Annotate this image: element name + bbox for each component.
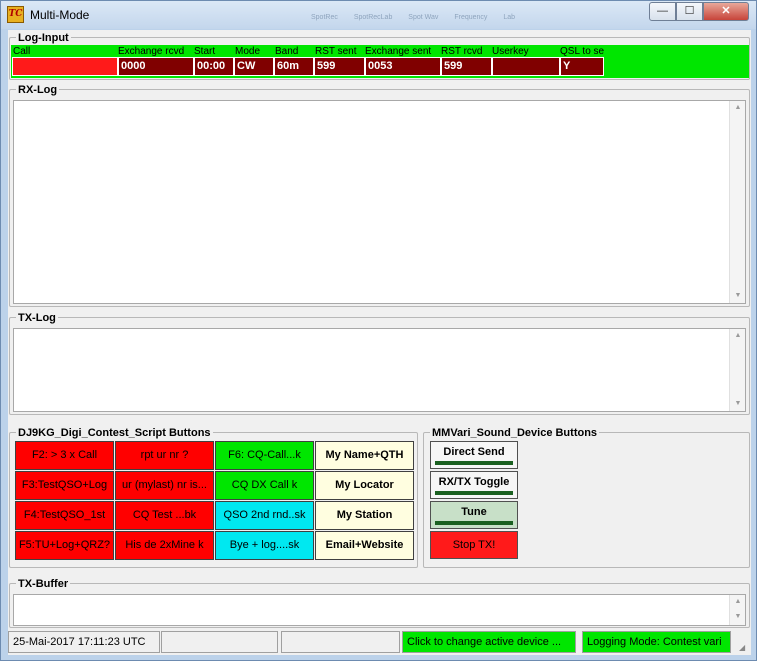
script-button-my-name-qth[interactable]: My Name+QTH <box>315 441 414 470</box>
exchange-sent-input[interactable]: 0053 <box>365 57 441 76</box>
script-buttons-group: DJ9KG_Digi_Contest_Script Buttons F2: > … <box>9 427 418 568</box>
script-button-email-website[interactable]: Email+Website <box>315 531 414 560</box>
userkey-input[interactable] <box>492 57 560 76</box>
script-button-my-station[interactable]: My Station <box>315 501 414 530</box>
script-button-qso-2nd-rnd[interactable]: QSO 2nd rnd..sk <box>215 501 314 530</box>
log-input-title: Log-Input <box>16 32 71 44</box>
tx-buffer-scrollbar[interactable]: ▲ ▼ <box>729 595 745 625</box>
minimize-icon: — <box>657 5 668 17</box>
status-bar: 25-Mai-2017 17:11:23 UTC Click to change… <box>8 630 751 654</box>
status-panel-3 <box>281 631 400 653</box>
qsl-label: QSL to se <box>560 46 605 57</box>
band-label: Band <box>275 46 299 57</box>
rst-rcvd-input[interactable]: 599 <box>441 57 492 76</box>
rx-log-textarea[interactable]: ▲ ▼ <box>13 100 746 304</box>
tune-label: Tune <box>461 506 487 518</box>
script-button-f4[interactable]: F4:TestQSO_1st <box>15 501 114 530</box>
close-button[interactable]: ✕ <box>703 2 749 21</box>
mmvari-buttons-title: MMVari_Sound_Device Buttons <box>430 427 600 439</box>
window-title: Multi-Mode <box>30 8 90 22</box>
script-button-f3[interactable]: F3:TestQSO+Log <box>15 471 114 500</box>
scroll-down-icon[interactable]: ▼ <box>730 610 746 625</box>
mmvari-buttons-group: MMVari_Sound_Device Buttons Direct Send … <box>423 427 750 568</box>
tx-log-textarea[interactable]: ▲ ▼ <box>13 328 746 412</box>
script-button-his-de-mine[interactable]: His de 2xMine k <box>115 531 214 560</box>
script-button-cq-test[interactable]: CQ Test ...bk <box>115 501 214 530</box>
minimize-button[interactable]: — <box>649 2 676 21</box>
start-input[interactable]: 00:00 <box>194 57 234 76</box>
tx-log-group: TX-Log ▲ ▼ <box>9 312 750 415</box>
rx-log-scrollbar[interactable]: ▲ ▼ <box>729 101 745 303</box>
direct-send-indicator <box>435 461 513 465</box>
scroll-down-icon[interactable]: ▼ <box>730 289 746 303</box>
script-button-my-locator[interactable]: My Locator <box>315 471 414 500</box>
log-input-group: Log-Input Call Exchange rcvd 0000 Start … <box>9 32 750 80</box>
script-button-bye-log[interactable]: Bye + log....sk <box>215 531 314 560</box>
resize-grip-icon[interactable]: ◢ <box>739 642 751 654</box>
qsl-input[interactable]: Y <box>560 57 604 76</box>
tx-buffer-title: TX-Buffer <box>16 578 71 590</box>
mode-label: Mode <box>235 46 261 57</box>
ghost-menu-item: SpotRecLab <box>353 14 393 21</box>
maximize-button[interactable]: ☐ <box>676 2 703 21</box>
exchange-rcvd-label: Exchange rcvd <box>118 46 185 57</box>
ghost-menu-item: Frequency <box>454 14 488 21</box>
rst-sent-label: RST sent <box>315 46 357 57</box>
rx-tx-toggle-indicator <box>435 491 513 495</box>
rx-tx-toggle-button[interactable]: RX/TX Toggle <box>430 471 518 499</box>
script-button-f5[interactable]: F5:TU+Log+QRZ? <box>15 531 114 560</box>
status-active-device[interactable]: Click to change active device ... <box>402 631 576 653</box>
tune-button[interactable]: Tune <box>430 501 518 529</box>
script-buttons-title: DJ9KG_Digi_Contest_Script Buttons <box>16 427 213 439</box>
tx-log-scrollbar[interactable]: ▲ ▼ <box>729 329 745 411</box>
scroll-up-icon[interactable]: ▲ <box>730 329 746 343</box>
close-icon: ✕ <box>721 5 731 17</box>
ghost-menu-item: Spot Wav <box>408 14 439 21</box>
rx-log-title: RX-Log <box>16 84 60 96</box>
tune-indicator <box>435 521 513 525</box>
status-panel-2 <box>161 631 278 653</box>
client-area: Log-Input Call Exchange rcvd 0000 Start … <box>8 30 751 655</box>
start-label: Start <box>194 46 216 57</box>
ghost-menu-item: SpotRec <box>311 14 338 21</box>
exchange-rcvd-input[interactable]: 0000 <box>118 57 194 76</box>
status-datetime: 25-Mai-2017 17:11:23 UTC <box>8 631 160 653</box>
script-button-cq-dx-call[interactable]: CQ DX Call k <box>215 471 314 500</box>
log-input-panel: Call Exchange rcvd 0000 Start 00:00 Mode… <box>11 45 749 78</box>
scroll-down-icon[interactable]: ▼ <box>730 397 746 411</box>
rst-sent-input[interactable]: 599 <box>314 57 365 76</box>
exchange-sent-label: Exchange sent <box>365 46 432 57</box>
tx-log-title: TX-Log <box>16 312 58 324</box>
rx-tx-toggle-label: RX/TX Toggle <box>438 476 510 488</box>
mode-input[interactable]: CW <box>234 57 274 76</box>
scroll-up-icon[interactable]: ▲ <box>730 101 746 115</box>
direct-send-button[interactable]: Direct Send <box>430 441 518 469</box>
stop-tx-button[interactable]: Stop TX! <box>430 531 518 559</box>
tx-buffer-textarea[interactable]: ▲ ▼ <box>13 594 746 626</box>
scroll-up-icon[interactable]: ▲ <box>730 595 746 610</box>
ghost-menu-item: Lab <box>503 14 516 21</box>
title-bar[interactable]: TC Multi-Mode SpotRec SpotRecLab Spot Wa… <box>1 1 756 29</box>
script-button-f6-cq-call[interactable]: F6: CQ-Call...k <box>215 441 314 470</box>
maximize-icon: ☐ <box>684 5 695 17</box>
direct-send-label: Direct Send <box>443 446 505 458</box>
status-logging-mode[interactable]: Logging Mode: Contest vari <box>582 631 731 653</box>
call-input[interactable] <box>12 57 118 76</box>
tx-buffer-group: TX-Buffer ▲ ▼ <box>9 578 750 628</box>
app-icon: TC <box>7 6 24 23</box>
script-button-f2[interactable]: F2: > 3 x Call <box>15 441 114 470</box>
band-input[interactable]: 60m <box>274 57 314 76</box>
script-button-rpt-nr[interactable]: rpt ur nr ? <box>115 441 214 470</box>
app-window: TC Multi-Mode SpotRec SpotRecLab Spot Wa… <box>0 0 757 661</box>
rx-log-group: RX-Log ▲ ▼ <box>9 84 750 307</box>
background-menu-ghost: SpotRec SpotRecLab Spot Wav Frequency La… <box>311 14 529 21</box>
script-button-ur-nr-is[interactable]: ur (mylast) nr is... <box>115 471 214 500</box>
userkey-label: Userkey <box>492 46 529 57</box>
call-label: Call <box>13 46 31 57</box>
rst-rcvd-label: RST rcvd <box>441 46 483 57</box>
